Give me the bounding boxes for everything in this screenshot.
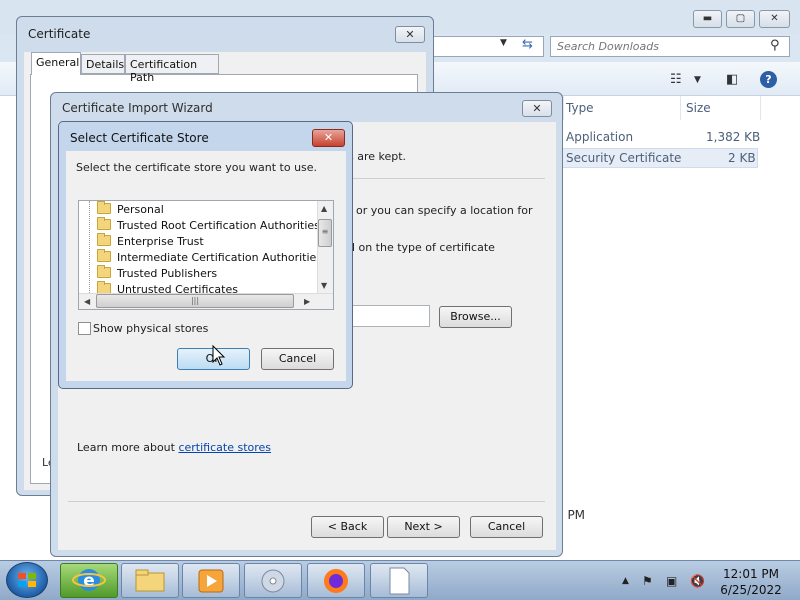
file-type-cell[interactable]: Security Certificate — [566, 151, 681, 165]
internet-explorer-icon: e — [72, 569, 106, 591]
tree-item-intermediate[interactable]: Intermediate Certification Authorities — [97, 249, 323, 267]
wizard-text-kept: s are kept. — [348, 150, 407, 163]
taskbar-notepad[interactable] — [370, 563, 428, 598]
column-divider — [563, 96, 564, 120]
scroll-left-icon[interactable]: ◀ — [84, 297, 90, 306]
tree-item-personal[interactable]: Personal — [97, 201, 164, 219]
certificate-dialog-title: Certificate — [28, 27, 91, 41]
view-options-icon[interactable]: ☷ — [670, 72, 682, 87]
tree-item-label: Personal — [117, 203, 164, 216]
certificate-close-button[interactable]: ✕ — [395, 26, 425, 43]
clock-time: 12:01 PM — [723, 567, 779, 581]
tree-item-label: Trusted Publishers — [117, 267, 218, 280]
taskbar-internet-explorer[interactable]: e — [60, 563, 118, 598]
tree-item-trusted-publishers[interactable]: Trusted Publishers — [97, 265, 218, 283]
disc-icon — [261, 569, 285, 593]
network-icon[interactable]: ▣ — [666, 574, 677, 588]
tab-certification-path[interactable]: Certification Path — [125, 54, 219, 84]
document-icon — [389, 567, 410, 595]
folder-icon — [97, 217, 111, 230]
select-store-title: Select Certificate Store — [70, 131, 209, 145]
taskbar-firefox[interactable] — [307, 563, 365, 598]
windows-logo-icon — [18, 573, 36, 587]
action-center-flag-icon[interactable]: ⚑ — [642, 574, 653, 588]
folder-icon — [97, 201, 111, 214]
column-divider — [680, 96, 681, 120]
taskbar-clock[interactable]: 12:01 PM 6/25/2022 — [712, 566, 790, 598]
show-physical-stores-label[interactable]: Show physical stores — [93, 322, 208, 335]
column-header-type[interactable]: Type — [566, 101, 594, 115]
folder-icon — [97, 233, 111, 246]
file-size-cell[interactable]: 1,382 KB — [706, 130, 760, 144]
show-physical-stores-checkbox[interactable] — [78, 322, 91, 335]
wizard-text-type: d on the type of certificate — [348, 241, 495, 254]
certificate-stores-link[interactable]: certificate stores — [178, 441, 271, 454]
show-hidden-icons[interactable]: ▲ — [622, 576, 629, 586]
wizard-close-button[interactable]: ✕ — [522, 100, 552, 117]
wizard-cancel-button[interactable]: Cancel — [470, 516, 543, 538]
taskbar-file-explorer[interactable] — [121, 563, 179, 598]
tree-vertical-scrollbar[interactable] — [317, 201, 333, 293]
scroll-right-icon[interactable]: ▶ — [304, 297, 310, 306]
close-window-button[interactable]: ✕ — [759, 10, 790, 28]
file-type-cell[interactable]: Application — [566, 130, 633, 144]
store-close-button[interactable]: ✕ — [312, 129, 345, 147]
tree-item-label: Intermediate Certification Authorities — [117, 251, 323, 264]
wizard-divider — [68, 501, 545, 502]
scroll-up-icon[interactable]: ▲ — [321, 204, 327, 213]
minimize-button[interactable]: ▬ — [693, 10, 722, 28]
taskbar-media-player[interactable] — [182, 563, 240, 598]
address-dropdown-icon[interactable]: ▼ — [500, 38, 507, 48]
firefox-icon — [324, 569, 348, 593]
mouse-cursor-icon — [212, 344, 226, 366]
folder-icon — [97, 265, 111, 278]
back-button[interactable]: < Back — [311, 516, 384, 538]
tree-item-trusted-root[interactable]: Trusted Root Certification Authorities — [97, 217, 320, 235]
folder-icon — [135, 569, 165, 592]
column-header-size[interactable]: Size — [686, 101, 711, 115]
volume-muted-icon[interactable]: 🔇 — [690, 574, 705, 588]
scroll-down-icon[interactable]: ▼ — [321, 281, 327, 290]
tree-item-label: Enterprise Trust — [117, 235, 204, 248]
import-wizard-title: Certificate Import Wizard — [62, 101, 213, 115]
maximize-button[interactable]: ▢ — [726, 10, 755, 28]
select-store-prompt: Select the certificate store you want to… — [76, 161, 318, 174]
wizard-text-location: or you can specify a location for — [356, 204, 533, 217]
tab-general[interactable]: General — [31, 52, 81, 75]
chevron-down-icon[interactable]: ▼ — [694, 75, 701, 85]
clock-date: 6/25/2022 — [720, 583, 782, 597]
certificate-store-field[interactable] — [352, 305, 430, 327]
taskbar-control-panel[interactable] — [244, 563, 302, 598]
learn-more-prefix: Learn more about — [77, 441, 179, 454]
tree-item-label: Trusted Root Certification Authorities — [117, 219, 320, 232]
preview-pane-icon[interactable]: ◧ — [726, 72, 738, 87]
refresh-icon[interactable]: ⇆ — [522, 37, 533, 52]
learn-more-text: Learn more about certificate stores — [77, 441, 271, 454]
help-icon[interactable]: ? — [760, 71, 777, 88]
tree-item-enterprise-trust[interactable]: Enterprise Trust — [97, 233, 204, 251]
vertical-scroll-thumb[interactable]: ≡ — [318, 219, 332, 247]
next-button[interactable]: Next > — [387, 516, 460, 538]
file-size-cell[interactable]: 2 KB — [728, 151, 756, 165]
horizontal-scroll-thumb[interactable]: ||| — [96, 294, 294, 308]
column-divider — [760, 96, 761, 120]
folder-icon — [97, 249, 111, 262]
tab-details[interactable]: Details — [81, 54, 125, 74]
search-input[interactable] — [550, 36, 790, 57]
browse-button[interactable]: Browse... — [439, 306, 512, 328]
media-player-icon — [198, 569, 224, 593]
store-cancel-button[interactable]: Cancel — [261, 348, 334, 370]
search-icon[interactable]: ⚲ — [770, 38, 780, 53]
